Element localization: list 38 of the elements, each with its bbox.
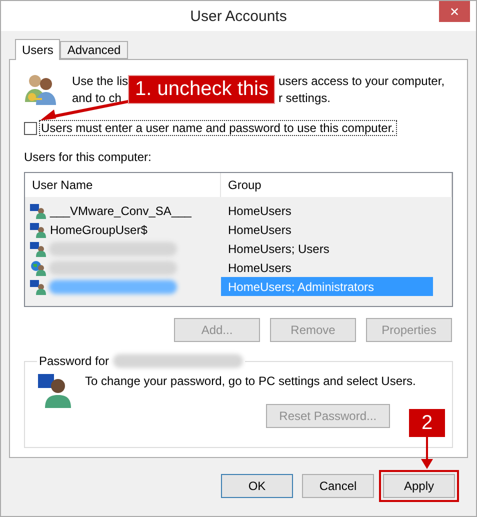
user-computer-icon bbox=[30, 222, 46, 238]
description-text: Use the lis bbox=[72, 74, 128, 88]
user-computer-icon bbox=[30, 240, 46, 256]
user-row[interactable]: ___VMware_Conv_SA___ HomeUsers bbox=[25, 201, 433, 220]
tab[interactable]: Advanced bbox=[60, 41, 128, 59]
table-cell-text: HomeUsers; Users bbox=[227, 240, 330, 258]
table-cell: ___VMware_Conv_SA___ bbox=[49, 204, 192, 218]
users-label: Users for this computer: bbox=[24, 150, 152, 164]
user-row[interactable]: HomeUsers; Users bbox=[25, 239, 433, 258]
user-computer-icon bbox=[37, 372, 71, 408]
column-header[interactable]: Group bbox=[221, 173, 452, 197]
column-header[interactable]: User Name bbox=[25, 173, 221, 197]
table-cell-text: HomeUsers bbox=[227, 202, 292, 220]
checkbox-label[interactable]: Users must enter a user name and password to use this computer. bbox=[39, 120, 397, 136]
table-cell-text: HomeUsers bbox=[227, 260, 292, 276]
close-button[interactable]: ✕ bbox=[439, 1, 470, 22]
callout-label: 1. uncheck this bbox=[128, 74, 276, 104]
description-text: r settings. bbox=[278, 90, 332, 104]
user-row[interactable]: HomeGroupUser$ HomeUsers bbox=[25, 220, 433, 239]
window-title: User Accounts bbox=[190, 8, 287, 25]
user-computer-icon bbox=[30, 278, 46, 294]
dialog-button[interactable]: OK bbox=[221, 474, 293, 498]
users-icon bbox=[24, 72, 58, 106]
description-text: and to ch bbox=[72, 90, 122, 104]
globe-user-icon bbox=[30, 260, 46, 276]
callout-label: 2 bbox=[409, 409, 445, 437]
dialog-button[interactable]: Cancel bbox=[302, 474, 374, 498]
description-text: users access to your computer, bbox=[278, 74, 445, 88]
user-computer-icon bbox=[30, 202, 46, 218]
password-message: To change your password, go to PC settings and select Users. bbox=[85, 374, 416, 388]
tab[interactable]: Users bbox=[15, 39, 60, 60]
table-cell: HomeGroupUser$ bbox=[49, 222, 148, 236]
checkbox[interactable] bbox=[24, 122, 37, 134]
table-cell: HomeUsers; Administrators bbox=[221, 277, 433, 296]
table-cell-text: HomeUsers bbox=[227, 222, 292, 238]
dialog-button[interactable]: Apply bbox=[383, 474, 455, 498]
user-row[interactable]: HomeUsers bbox=[25, 258, 433, 277]
group-title: Password for bbox=[39, 354, 110, 368]
